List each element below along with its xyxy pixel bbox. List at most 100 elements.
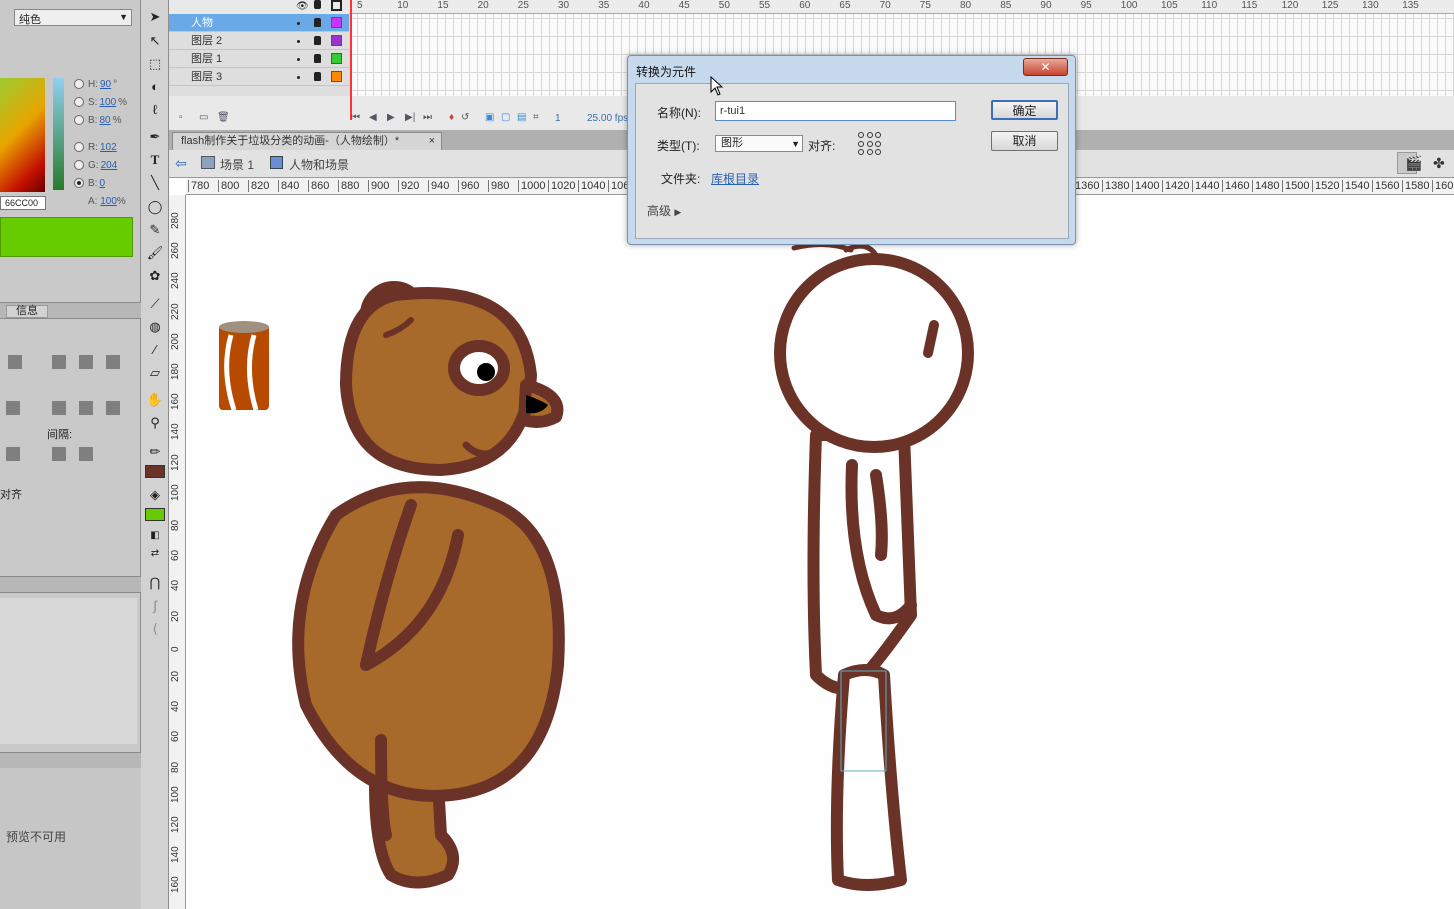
next-frame-icon[interactable]: ▶| — [405, 112, 415, 123]
layer-row[interactable]: 图层 3 — [169, 68, 349, 86]
layer-row[interactable]: 图层 2 — [169, 32, 349, 50]
align-left-edge-icon[interactable] — [8, 355, 22, 369]
registration-point[interactable] — [866, 149, 873, 156]
stick-figure-character[interactable] — [774, 242, 974, 891]
match-size-icon[interactable] — [6, 447, 20, 461]
red-radio[interactable] — [74, 142, 84, 152]
stage[interactable] — [186, 195, 1454, 909]
outline-icon[interactable] — [331, 0, 342, 11]
back-arrow-icon[interactable]: ⇦ — [175, 155, 187, 172]
scene-link[interactable]: 场景 1 — [220, 156, 254, 173]
lock-icon[interactable] — [314, 18, 321, 27]
selection-tool-icon[interactable]: ➤ — [146, 8, 164, 26]
brightness-radio[interactable] — [74, 115, 84, 125]
saturation-row[interactable]: S: 100% — [74, 94, 140, 110]
edit-multiple-icon[interactable]: ▤ — [517, 112, 526, 123]
swap-colors-icon[interactable]: ⇄ — [146, 545, 164, 563]
onion-skin-icon[interactable]: ▣ — [485, 112, 494, 123]
straighten-icon[interactable]: ⟨ — [146, 620, 164, 638]
edit-scene-icon[interactable]: 🎬 — [1405, 155, 1422, 172]
layer-color-box[interactable] — [331, 53, 342, 64]
pencil-tool-icon[interactable]: ✎ — [146, 221, 164, 239]
registration-point[interactable] — [875, 149, 882, 156]
current-frame[interactable]: 1 — [555, 113, 561, 124]
space-horizontal-icon[interactable] — [79, 447, 93, 461]
red-value[interactable]: 102 — [100, 142, 117, 153]
distribute-top-icon[interactable] — [6, 401, 20, 415]
registration-point[interactable] — [866, 140, 873, 147]
brightness-row[interactable]: B: 80% — [74, 112, 140, 128]
blue-value[interactable]: 0 — [99, 178, 105, 189]
hue-radio[interactable] — [74, 79, 84, 89]
fill-type-select[interactable]: 纯色 ▼ — [14, 9, 132, 26]
hue-row[interactable]: H: 90 ° — [74, 76, 140, 92]
new-layer-icon[interactable]: ▫ — [179, 112, 183, 123]
modify-markers-icon[interactable]: ⌗ — [533, 112, 539, 123]
lock-icon[interactable] — [314, 0, 321, 9]
subselection-tool-icon[interactable]: ↖ — [146, 32, 164, 50]
distribute-right-icon[interactable] — [106, 401, 120, 415]
eye-icon[interactable]: 👁 — [296, 1, 309, 12]
hex-input[interactable]: 66CC00 — [0, 196, 46, 210]
snap-magnet-icon[interactable]: ⋂ — [146, 574, 164, 592]
alpha-value[interactable]: 100 — [100, 196, 117, 207]
align-vertical-center-icon[interactable] — [79, 355, 93, 369]
type-select[interactable]: 图形 ▼ — [715, 135, 803, 152]
color-spectrum[interactable] — [0, 78, 45, 192]
lock-icon[interactable] — [314, 54, 321, 63]
eraser-tool-icon[interactable]: ▱ — [146, 364, 164, 382]
registration-point[interactable] — [866, 132, 873, 138]
layer-color-box[interactable] — [331, 35, 342, 46]
registration-point[interactable] — [858, 140, 864, 147]
green-row[interactable]: G: 204 — [74, 157, 140, 173]
smooth-icon[interactable]: ∫ — [146, 597, 164, 615]
deco-tool-icon[interactable]: ✿ — [146, 267, 164, 285]
green-radio[interactable] — [74, 160, 84, 170]
alpha-row[interactable]: A: 100% — [88, 196, 126, 207]
lock-icon[interactable] — [314, 36, 321, 45]
brightness-value[interactable]: 80 — [99, 115, 110, 126]
fps-value[interactable]: 25.00 fps — [587, 113, 628, 124]
visibility-dot[interactable] — [297, 58, 300, 61]
brush-tool-icon[interactable]: 🖌 — [146, 244, 164, 262]
lasso-tool-icon[interactable]: ℓ — [146, 101, 164, 119]
close-button[interactable]: ✕ — [1023, 58, 1068, 76]
space-vertical-icon[interactable] — [52, 447, 66, 461]
delete-layer-icon[interactable]: 🗑 — [217, 112, 230, 123]
registration-point[interactable] — [875, 140, 882, 147]
layer-row[interactable]: 人物 — [169, 14, 349, 32]
blue-radio[interactable] — [74, 178, 84, 188]
paint-bucket-tool-icon[interactable]: ◍ — [146, 318, 164, 336]
lock-icon[interactable] — [314, 72, 321, 81]
default-colors-icon[interactable]: ◧ — [146, 527, 164, 545]
align-bottom-edge-icon[interactable] — [106, 355, 120, 369]
center-frame-icon[interactable]: ♦ — [449, 112, 454, 123]
registration-grid[interactable] — [858, 132, 882, 156]
color-swatch[interactable] — [0, 217, 133, 257]
folder-link[interactable]: 库根目录 — [711, 170, 759, 187]
document-tab[interactable]: flash制作关于垃圾分类的动画-（人物绘制）* × — [172, 132, 442, 150]
play-icon[interactable]: ▶ — [387, 112, 395, 123]
registration-point[interactable] — [875, 132, 882, 138]
last-frame-icon[interactable]: ⏭ — [423, 112, 432, 123]
visibility-dot[interactable] — [297, 76, 300, 79]
name-input[interactable] — [715, 101, 956, 121]
layer-color-box[interactable] — [331, 71, 342, 82]
frame-ruler[interactable]: 5 10 15 20 25 30 35 40 45 50 55 60 65 70 75 80 85 90 95 100… — [349, 0, 1454, 14]
saturation-radio[interactable] — [74, 97, 84, 107]
registration-point[interactable] — [858, 132, 864, 138]
distribute-left-icon[interactable] — [52, 401, 66, 415]
new-folder-icon[interactable]: ▭ — [199, 112, 208, 123]
trash-can[interactable] — [219, 321, 269, 411]
edit-symbols-icon[interactable]: ✤ — [1433, 155, 1445, 172]
align-top-edge-icon[interactable] — [52, 355, 66, 369]
green-value[interactable]: 204 — [101, 160, 118, 171]
library-list[interactable] — [0, 598, 137, 744]
tab-info[interactable]: 信息 — [6, 305, 48, 318]
stroke-color-swatch[interactable] — [145, 465, 165, 478]
layer-color-box[interactable] — [331, 17, 342, 28]
prev-frame-icon[interactable]: ◀ — [369, 112, 377, 123]
hand-tool-icon[interactable]: ✋ — [146, 391, 164, 409]
bear-character[interactable] — [292, 281, 565, 889]
bone-tool-icon[interactable]: ⟋ — [146, 295, 164, 313]
